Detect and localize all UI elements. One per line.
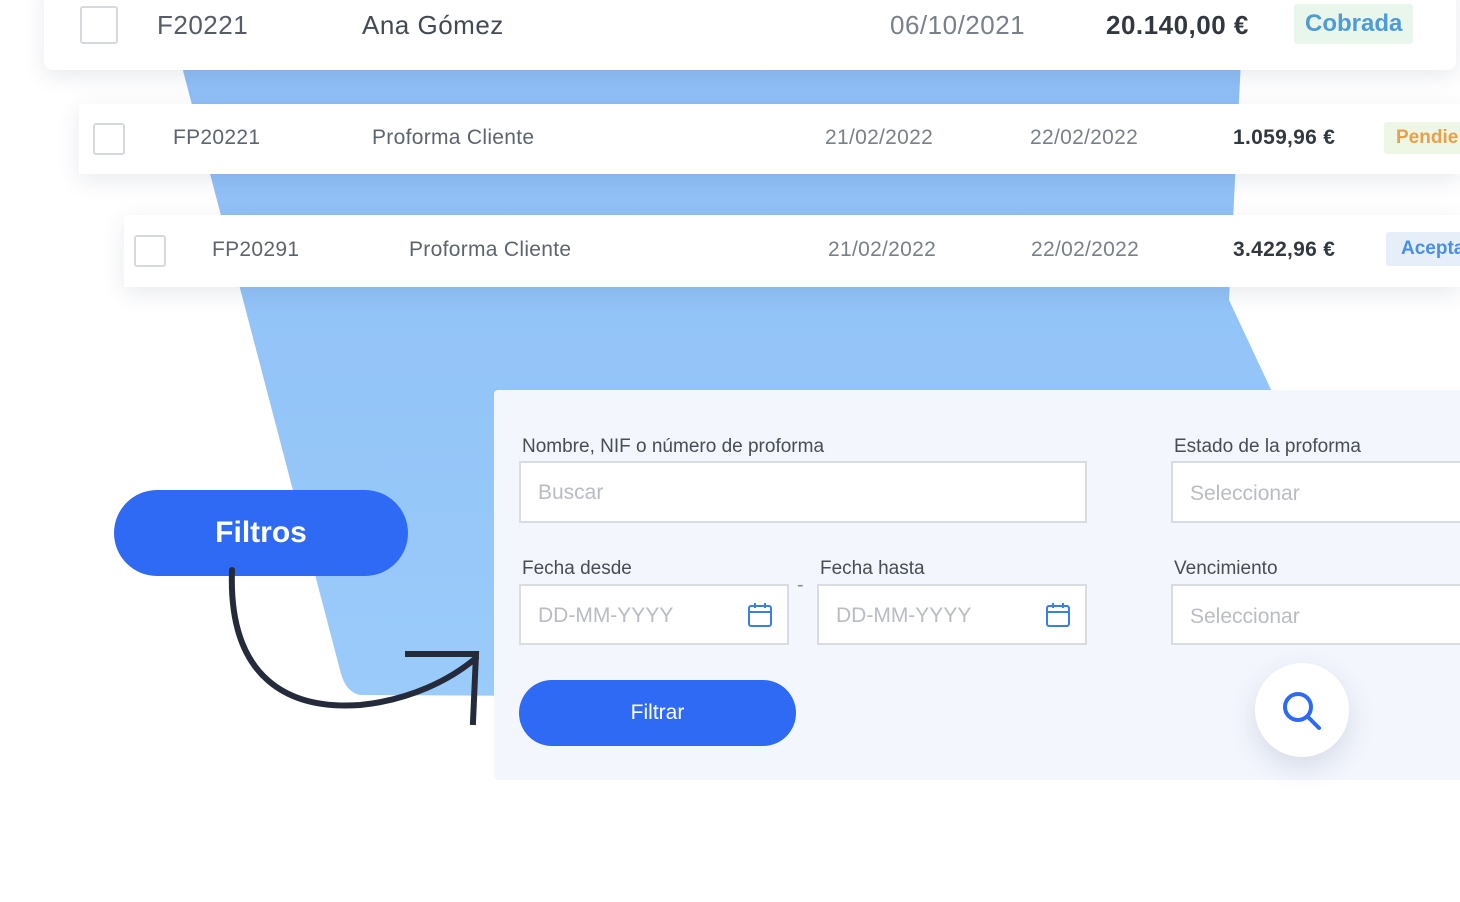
- client-name: Proforma Cliente: [409, 238, 572, 261]
- calendar-icon[interactable]: [1045, 602, 1071, 628]
- proforma-number: FP20291: [212, 238, 300, 261]
- filter-panel: Nombre, NIF o número de proforma Buscar …: [494, 390, 1460, 780]
- due-placeholder: Seleccionar: [1190, 605, 1300, 628]
- invoice-amount: 20.140,00 €: [1106, 10, 1249, 40]
- due-date: 22/02/2022: [1030, 126, 1139, 149]
- date-from-label: Fecha desde: [522, 558, 632, 579]
- issue-date: 21/02/2022: [828, 238, 937, 261]
- search-button[interactable]: [1255, 663, 1349, 757]
- date-range-separator: -: [797, 574, 804, 596]
- status-badge: Acepta: [1386, 232, 1460, 266]
- status-badge: Cobrada: [1294, 4, 1414, 44]
- invoice-date: 06/10/2021: [890, 10, 1026, 40]
- status-select[interactable]: Seleccionar: [1171, 461, 1460, 523]
- date-to-label: Fecha hasta: [820, 558, 925, 579]
- row-checkbox[interactable]: [80, 6, 118, 44]
- invoice-row[interactable]: F20221 Ana Gómez 06/10/2021 20.140,00 € …: [44, 0, 1456, 70]
- proforma-row[interactable]: FP20221 Proforma Cliente 21/02/2022 22/0…: [79, 104, 1460, 174]
- status-label: Estado de la proforma: [1174, 436, 1361, 457]
- proforma-amount: 3.422,96 €: [1233, 238, 1336, 261]
- due-label: Vencimiento: [1174, 558, 1278, 579]
- due-select[interactable]: Seleccionar: [1171, 584, 1460, 645]
- invoice-number: F20221: [157, 10, 249, 40]
- date-from-input[interactable]: DD-MM-YYYY: [519, 584, 789, 645]
- proforma-row[interactable]: FP20291 Proforma Cliente 21/02/2022 22/0…: [124, 215, 1460, 287]
- search-label: Nombre, NIF o número de proforma: [522, 436, 825, 457]
- row-checkbox[interactable]: [134, 235, 166, 267]
- status-placeholder: Seleccionar: [1190, 482, 1300, 505]
- search-input[interactable]: Buscar: [519, 461, 1087, 523]
- proforma-number: FP20221: [173, 126, 261, 149]
- date-from-placeholder: DD-MM-YYYY: [538, 604, 674, 627]
- proforma-amount: 1.059,96 €: [1233, 126, 1336, 149]
- filter-button[interactable]: Filtrar: [519, 680, 796, 746]
- client-name: Proforma Cliente: [372, 126, 535, 149]
- calendar-icon[interactable]: [747, 602, 773, 628]
- date-to-input[interactable]: DD-MM-YYYY: [817, 584, 1087, 645]
- filtros-callout: Filtros: [114, 490, 408, 576]
- row-checkbox[interactable]: [93, 123, 125, 155]
- due-date: 22/02/2022: [1031, 238, 1140, 261]
- date-to-placeholder: DD-MM-YYYY: [836, 604, 972, 627]
- issue-date: 21/02/2022: [825, 126, 934, 149]
- client-name: Ana Gómez: [362, 10, 504, 40]
- search-placeholder: Buscar: [538, 481, 604, 504]
- search-icon: [1283, 692, 1321, 730]
- status-badge: Pendie: [1384, 122, 1460, 154]
